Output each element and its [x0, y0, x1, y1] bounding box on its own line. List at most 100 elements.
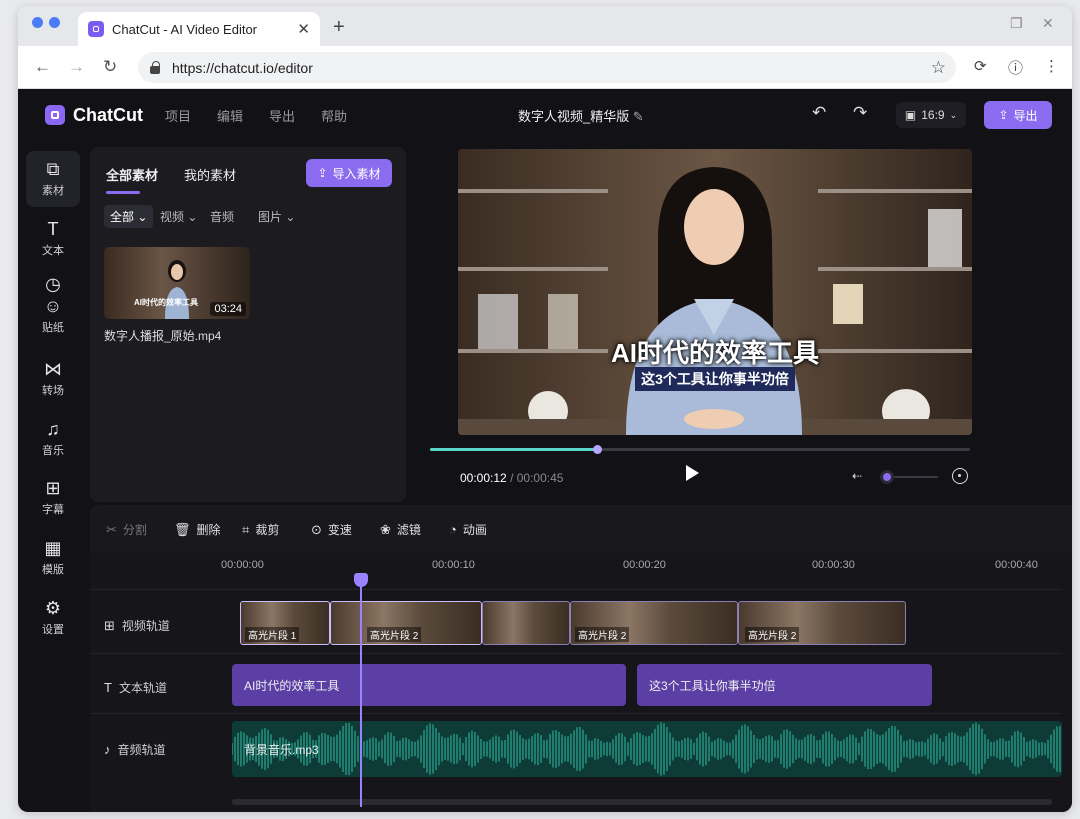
bookmark-star-icon[interactable]: ☆	[931, 58, 946, 78]
filter-video[interactable]: 视频 ⌄	[154, 205, 203, 228]
audio-track-label: ♪ 音频轨道	[104, 741, 166, 758]
extension-icon[interactable]: ⟳	[974, 57, 987, 75]
sidebar-item-label: 贴纸	[42, 322, 64, 334]
audio-waveform	[232, 722, 1061, 776]
filter-image[interactable]: 图片 ⌄	[252, 205, 301, 228]
video-clip[interactable]: 高光片段 1	[240, 601, 330, 645]
tab-close-icon[interactable]: ✕	[297, 20, 310, 38]
video-clip[interactable]	[482, 601, 570, 645]
text-clip[interactable]: AI时代的效率工具	[232, 664, 626, 706]
redo-icon[interactable]: ↷	[853, 103, 867, 123]
sidebar-item-text[interactable]: T 文本	[26, 211, 80, 267]
sub-caption-text: 这3个工具让你事半功倍	[635, 367, 795, 391]
project-title[interactable]: 数字人视频_精华版 ✎	[518, 106, 644, 125]
browser-tab-bar: ChatCut - AI Video Editor ✕ + ❐ ✕	[18, 6, 1072, 46]
edit-toolbar: ✂ 分割 🗑 删除 ⌗ 裁剪 ⊙ 变速 ❀ 滤镜 ◔ 动画	[90, 505, 1072, 553]
import-media-button[interactable]: ⇪ 导入素材	[306, 159, 392, 187]
menu-edit[interactable]: 编辑	[217, 106, 243, 125]
filter-all[interactable]: 全部 ⌄	[104, 205, 154, 228]
sidebar-item-sticker[interactable]: ◷ ☺ 贴纸	[26, 269, 80, 341]
delete-button[interactable]: 🗑 删除	[174, 521, 221, 538]
edit-pencil-icon[interactable]: ✎	[633, 109, 644, 124]
fullscreen-icon[interactable]	[952, 468, 968, 484]
track-label-text: 音频轨道	[117, 743, 166, 757]
brand-logo[interactable]: ChatCut	[37, 105, 143, 126]
preview-title-caption: AI时代的效率工具	[610, 338, 819, 368]
clock-icon: ◷	[45, 274, 61, 294]
undo-icon[interactable]: ↶	[812, 103, 826, 123]
sidebar-item-transition[interactable]: ⋈ 转场	[26, 351, 80, 407]
media-thumbnail[interactable]: AI时代的效率工具 03:24	[104, 247, 250, 319]
media-filename: 数字人播报_原始.mp4	[104, 329, 222, 343]
speed-label: 变速	[327, 523, 352, 537]
export-label: 导出	[1013, 108, 1038, 123]
filter-label: 视频	[160, 210, 185, 224]
clip-label: 高光片段 1	[245, 627, 300, 642]
sidebar-item-music[interactable]: ♫ 音乐	[26, 411, 80, 467]
browser-tab[interactable]: ChatCut - AI Video Editor ✕	[78, 12, 320, 46]
split-label: 分割	[122, 523, 147, 537]
video-preview[interactable]: AI时代的效率工具 这3个工具让你事半功倍	[458, 149, 972, 435]
aspect-icon: ▣	[904, 108, 917, 122]
chatcut-logo-icon	[45, 105, 65, 125]
window-close-icon[interactable]: ✕	[1042, 15, 1054, 32]
video-clip[interactable]: 高光片段 2	[330, 601, 482, 645]
sidebar-item-template[interactable]: ▦ 模版	[26, 530, 80, 586]
tab-title: ChatCut - AI Video Editor	[112, 21, 258, 37]
volume-icon[interactable]: ⇠	[852, 469, 862, 483]
tab-all-media[interactable]: 全部素材	[106, 165, 158, 184]
scrubber-knob[interactable]	[593, 445, 603, 454]
text-clip[interactable]: 这3个工具让你事半功倍	[637, 664, 932, 706]
video-clip[interactable]: 高光片段 2	[570, 601, 738, 645]
info-icon[interactable]: ⓘ	[1008, 57, 1023, 78]
total-time: / 00:00:45	[510, 471, 564, 485]
export-icon: ⇪	[998, 108, 1009, 122]
thumbnail-caption: AI时代的效率工具	[134, 298, 198, 307]
menu-help[interactable]: 帮助	[321, 106, 347, 125]
timeline-playhead[interactable]	[354, 573, 368, 807]
export-button[interactable]: ⇪ 导出	[984, 101, 1052, 129]
play-icon[interactable]	[686, 465, 699, 481]
settings-icon: ⚙	[44, 598, 62, 618]
new-tab-button[interactable]: +	[333, 16, 345, 39]
window-restore-icon[interactable]: ❐	[1010, 15, 1023, 32]
clip-label: 高光片段 2	[575, 627, 630, 642]
url-field[interactable]: https://chatcut.io/editor ☆	[138, 52, 956, 83]
volume-knob[interactable]	[880, 470, 894, 484]
sidebar-item-label: 音乐	[42, 445, 64, 457]
more-menu-icon[interactable]: ⋮	[1044, 57, 1059, 75]
playback-scrubber[interactable]	[430, 445, 970, 454]
split-button[interactable]: ✂ 分割	[106, 521, 147, 538]
text-track-label: T 文本轨道	[104, 679, 167, 696]
animate-icon: ◔	[449, 522, 457, 537]
sidebar-item-settings[interactable]: ⚙ 设置	[26, 590, 80, 646]
animate-button[interactable]: ◔ 动画	[449, 521, 487, 538]
speed-icon: ⊙	[311, 521, 322, 537]
filter-label: 音频	[210, 210, 235, 224]
sidebar-item-subtitle[interactable]: ⊞ 字幕	[26, 470, 80, 526]
split-icon: ✂	[106, 521, 117, 537]
chevron-down-icon: ⌄	[949, 109, 958, 120]
filter-audio[interactable]: 音频	[204, 205, 240, 228]
aspect-ratio-select[interactable]: ▣ 16:9 ⌄	[896, 102, 966, 128]
window-dot[interactable]	[32, 17, 43, 28]
sidebar-item-media[interactable]: ⧉ 素材	[26, 151, 80, 207]
timeline-scrollbar[interactable]	[232, 799, 1052, 805]
tab-my-media[interactable]: 我的素材	[184, 165, 236, 184]
crop-button[interactable]: ⌗ 裁剪	[242, 521, 279, 538]
video-clip[interactable]: 高光片段 2	[738, 601, 906, 645]
back-icon[interactable]: ←	[34, 57, 51, 77]
speed-button[interactable]: ⊙ 变速	[311, 521, 352, 538]
filter-button[interactable]: ❀ 滤镜	[380, 521, 421, 538]
current-time: 00:00:12	[460, 471, 507, 485]
forward-icon[interactable]: →	[68, 57, 85, 77]
window-dot[interactable]	[49, 17, 60, 28]
chatcut-app: ChatCut 项目 编辑 导出 帮助 数字人视频_精华版 ✎ ↶ ↷ ▣ 16:…	[18, 89, 1072, 812]
scrubber-progress	[430, 448, 598, 451]
menu-export[interactable]: 导出	[269, 106, 295, 125]
menu-project[interactable]: 项目	[165, 106, 191, 125]
sidebar-item-label: 字幕	[42, 504, 64, 516]
reload-icon[interactable]: ↻	[103, 57, 117, 77]
audio-clip[interactable]: 背景音乐.mp3	[232, 721, 1062, 777]
aspect-ratio-value: 16:9	[921, 108, 945, 122]
